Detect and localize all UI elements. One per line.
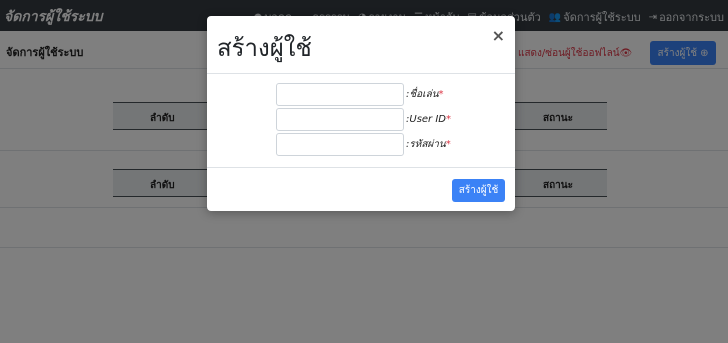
user-id-row: :User ID* [276, 108, 451, 131]
modal-footer: สร้างผู้ใช้ [207, 167, 515, 211]
nickname-label: :ชื่อเล่น* [406, 89, 444, 100]
user-id-label: :User ID* [406, 114, 451, 125]
modal-title: สร้างผู้ใช้ [217, 34, 312, 62]
password-input[interactable] [276, 133, 404, 156]
close-icon[interactable]: × [492, 26, 505, 45]
modal-header: สร้างผู้ใช้ × [207, 16, 515, 74]
nickname-input[interactable] [276, 83, 404, 106]
nickname-row: :ชื่อเล่น* [276, 83, 444, 106]
password-label: :รหัสผ่าน* [406, 139, 451, 150]
password-row: :รหัสผ่าน* [276, 133, 451, 156]
create-user-modal: สร้างผู้ใช้ × :ชื่อเล่น* :User ID* :รหัส… [207, 16, 515, 211]
submit-create-user-button[interactable]: สร้างผู้ใช้ [452, 179, 505, 202]
user-id-input[interactable] [276, 108, 404, 131]
